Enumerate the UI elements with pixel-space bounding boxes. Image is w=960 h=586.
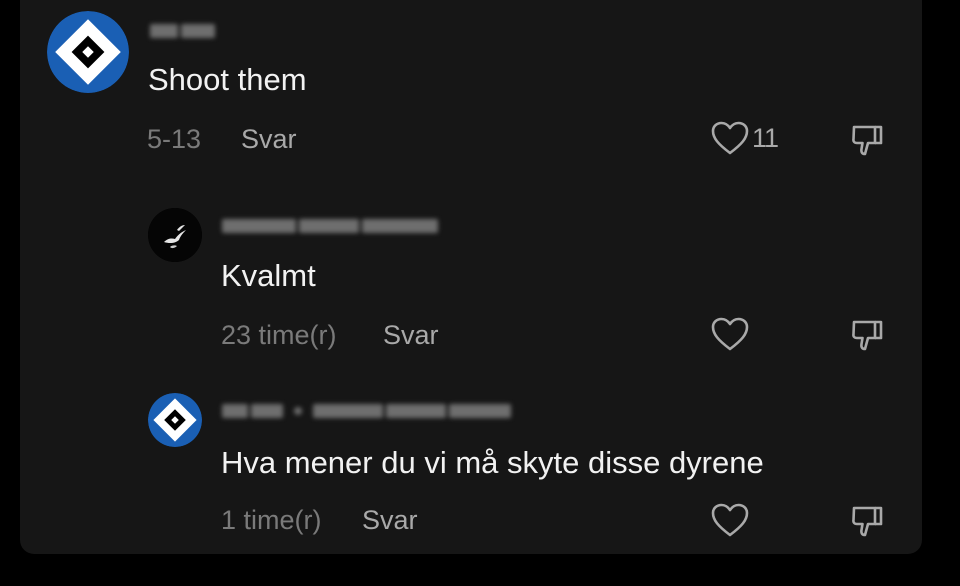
heart-outline-icon: [711, 121, 749, 155]
dislike-button[interactable]: [848, 316, 886, 354]
like-button[interactable]: [710, 316, 752, 352]
reply-button[interactable]: Svar: [362, 505, 418, 536]
author-name-redacted[interactable]: [222, 215, 438, 237]
comment-text: Shoot them: [148, 62, 307, 97]
heart-outline-icon: [711, 317, 749, 351]
comment-timestamp: 23 time(r): [221, 320, 337, 350]
like-button[interactable]: 11: [710, 120, 779, 156]
hsv-diamond-logo-icon: [47, 11, 129, 93]
thumbs-down-icon: [852, 506, 883, 537]
comment-timestamp: 1 time(r): [221, 505, 322, 535]
dislike-button[interactable]: [848, 502, 886, 540]
thumbs-down-icon: [852, 320, 883, 351]
dove-icon: [148, 208, 202, 262]
hsv-diamond-logo-icon: [148, 393, 202, 447]
author-name-redacted[interactable]: [150, 20, 215, 42]
avatar[interactable]: [148, 208, 202, 262]
author-name-redacted[interactable]: [222, 400, 511, 422]
thumbs-down-icon: [852, 125, 883, 156]
reply-button[interactable]: Svar: [383, 320, 439, 351]
reply-button[interactable]: Svar: [241, 124, 297, 155]
comment-timestamp: 5-13: [147, 124, 202, 154]
comment-text: Hva mener du vi må skyte disse dyrene: [221, 445, 764, 480]
like-count: 11: [752, 122, 779, 153]
comment-thread-panel: Shoot them 5-13 Svar 11 Kvalmt 23 time(r…: [20, 0, 922, 554]
like-button[interactable]: [710, 502, 752, 538]
avatar[interactable]: [47, 11, 129, 93]
heart-outline-icon: [711, 503, 749, 537]
comment-text: Kvalmt: [221, 258, 316, 293]
dislike-button[interactable]: [848, 121, 886, 159]
avatar[interactable]: [148, 393, 202, 447]
